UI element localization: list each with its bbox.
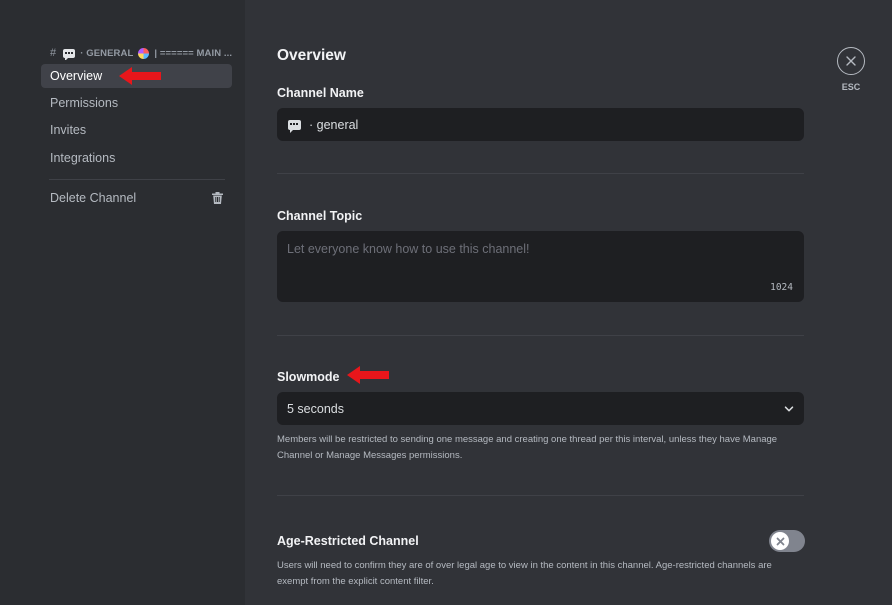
chevron-down-icon <box>784 405 794 411</box>
channel-name-label: Channel Name <box>277 86 364 100</box>
sidebar-channel-header: # · GENERAL | ====== MAIN ... <box>50 46 235 60</box>
age-restricted-label: Age-Restricted Channel <box>277 534 419 548</box>
channel-topic-label: Channel Topic <box>277 209 363 223</box>
trash-icon <box>212 192 223 204</box>
category-emoji-icon <box>138 47 150 59</box>
section-divider <box>277 495 804 496</box>
channel-name-input[interactable]: · general <box>277 108 804 141</box>
sidebar-item-integrations[interactable]: Integrations <box>41 146 232 170</box>
settings-sidebar: # · GENERAL | ====== MAIN ... Overview P… <box>0 0 245 605</box>
sidebar-channel-name: · GENERAL <box>80 47 134 59</box>
annotation-arrow-slowmode <box>347 366 389 384</box>
channel-name-value: · general <box>309 117 359 132</box>
close-icon <box>776 537 784 545</box>
sidebar-item-invites[interactable]: Invites <box>41 118 232 142</box>
age-restricted-help-text: Users will need to confirm they are of o… <box>277 560 772 587</box>
slowmode-select[interactable]: 5 seconds <box>277 392 804 425</box>
slowmode-value: 5 seconds <box>287 401 344 416</box>
page-title: Overview <box>277 47 346 64</box>
toggle-knob <box>771 532 789 550</box>
close-icon <box>846 56 856 66</box>
channel-topic-placeholder: Let everyone know how to use this channe… <box>287 242 530 256</box>
section-divider <box>277 173 804 174</box>
sidebar-item-label: Integrations <box>50 151 116 165</box>
delete-channel-button[interactable]: Delete Channel <box>41 186 232 210</box>
sidebar-item-permissions[interactable]: Permissions <box>41 91 232 115</box>
sidebar-category-name: | ====== MAIN ... <box>154 47 233 59</box>
chat-bubble-icon <box>288 119 301 133</box>
close-button[interactable] <box>837 47 865 75</box>
hash-icon: # <box>50 47 57 59</box>
delete-channel-label: Delete Channel <box>50 191 137 205</box>
sidebar-item-label: Permissions <box>50 96 119 110</box>
sidebar-item-label: Overview <box>50 69 103 83</box>
sidebar-divider <box>49 179 225 180</box>
slowmode-help-text: Members will be restricted to sending on… <box>277 434 778 461</box>
section-divider <box>277 335 804 336</box>
sidebar-item-label: Invites <box>50 123 87 137</box>
slowmode-label: Slowmode <box>277 370 340 384</box>
channel-topic-input[interactable]: Let everyone know how to use this channe… <box>277 231 804 302</box>
esc-label: ESC <box>841 82 861 92</box>
chat-bubble-icon <box>63 48 76 60</box>
annotation-arrow-overview <box>119 67 161 85</box>
topic-char-count: 1024 <box>770 282 793 293</box>
age-restricted-toggle[interactable] <box>769 530 805 552</box>
